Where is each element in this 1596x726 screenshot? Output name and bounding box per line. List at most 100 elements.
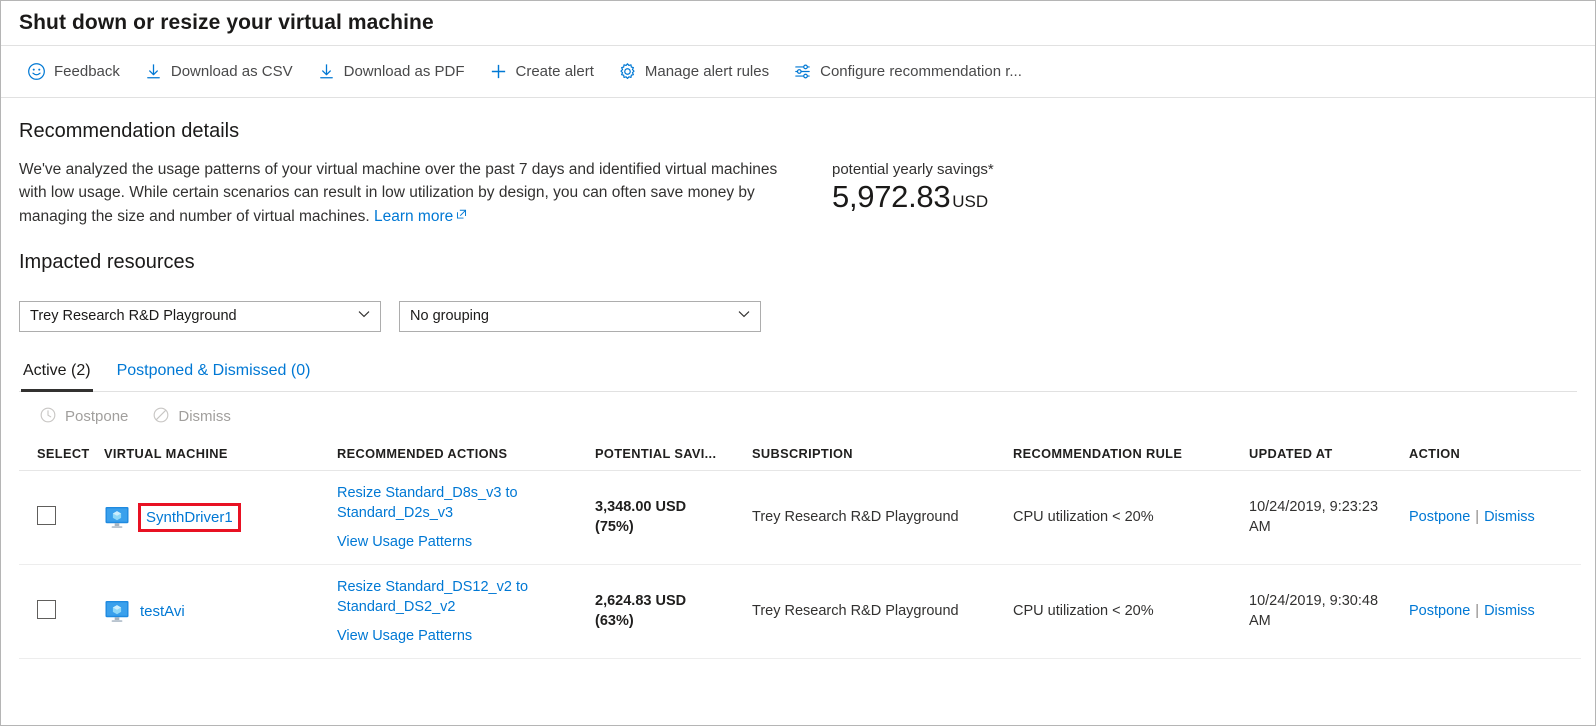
chevron-down-icon	[737, 307, 751, 325]
view-usage-patterns-link[interactable]: View Usage Patterns	[337, 626, 587, 646]
postpone-bulk-label: Postpone	[65, 408, 128, 425]
row-potential-savings-cell: 3,348.00 USD (75%)	[595, 470, 752, 564]
table-row: SynthDriver1 Resize Standard_D8s_v3 to S…	[19, 470, 1581, 564]
recommended-action-link[interactable]: Resize Standard_D8s_v3 to Standard_D2s_v…	[337, 483, 587, 523]
column-header-select: SELECT	[19, 440, 104, 471]
feedback-label: Feedback	[54, 63, 120, 80]
subscription-filter-dropdown[interactable]: Trey Research R&D Playground	[19, 301, 381, 332]
row-select-cell	[19, 470, 104, 564]
row-potential-savings-cell: 2,624.83 USD (63%)	[595, 564, 752, 658]
row-updated-at-cell: 10/24/2019, 9:23:23 AM	[1249, 470, 1409, 564]
row-updated-at-cell: 10/24/2019, 9:30:48 AM	[1249, 564, 1409, 658]
row-checkbox[interactable]	[37, 506, 56, 525]
row-savings-percent: (75%)	[595, 517, 744, 537]
download-pdf-label: Download as PDF	[344, 63, 465, 80]
row-command-bar: Postpone Dismiss	[19, 392, 1577, 440]
column-header-updated-at: UPDATED AT	[1249, 440, 1409, 471]
column-header-virtual-machine: VIRTUAL MACHINE	[104, 440, 337, 471]
grouping-filter-value: No grouping	[410, 308, 489, 324]
row-virtual-machine-cell: SynthDriver1	[104, 470, 337, 564]
recommendation-details-row: We've analyzed the usage patterns of you…	[19, 159, 1577, 229]
recommendation-description: We've analyzed the usage patterns of you…	[19, 159, 794, 229]
row-updated-at-value: 10/24/2019, 9:30:48 AM	[1249, 591, 1401, 631]
recommendation-details-heading: Recommendation details	[19, 120, 1577, 143]
filters-row: Trey Research R&D Playground No grouping	[19, 301, 1577, 332]
subscription-filter-value: Trey Research R&D Playground	[30, 308, 237, 324]
configure-recommendation-rules-button[interactable]: Configure recommendation r...	[783, 58, 1036, 85]
impacted-resources-table: SELECT VIRTUAL MACHINE RECOMMENDED ACTIO…	[19, 440, 1581, 659]
block-icon	[152, 406, 170, 428]
virtual-machine-link[interactable]: testAvi	[140, 603, 185, 620]
potential-savings-value: 5,972.83	[832, 179, 950, 214]
dismiss-bulk-button[interactable]: Dismiss	[146, 402, 245, 432]
sliders-icon	[793, 62, 812, 81]
row-dismiss-link[interactable]: Dismiss	[1484, 509, 1535, 525]
recommended-action-link[interactable]: Resize Standard_DS12_v2 to Standard_DS2_…	[337, 577, 587, 617]
row-dismiss-link[interactable]: Dismiss	[1484, 603, 1535, 619]
row-virtual-machine-cell: testAvi	[104, 564, 337, 658]
tab-postponed-dismissed[interactable]: Postponed & Dismissed (0)	[115, 360, 313, 392]
virtual-machine-icon	[104, 598, 130, 624]
row-savings-percent: (63%)	[595, 611, 744, 631]
potential-savings-panel: potential yearly savings* 5,972.83USD	[832, 159, 994, 215]
virtual-machine-link[interactable]: SynthDriver1	[141, 506, 238, 529]
download-icon	[317, 62, 336, 81]
create-alert-label: Create alert	[516, 63, 594, 80]
grouping-filter-dropdown[interactable]: No grouping	[399, 301, 761, 332]
download-icon	[144, 62, 163, 81]
row-subscription-cell: Trey Research R&D Playground	[752, 470, 1013, 564]
external-link-icon	[456, 205, 467, 228]
virtual-machine-icon	[104, 504, 130, 530]
row-subscription-cell: Trey Research R&D Playground	[752, 564, 1013, 658]
potential-savings-currency: USD	[952, 192, 988, 211]
row-savings-amount: 3,348.00 USD	[595, 497, 744, 517]
column-header-potential-savings: POTENTIAL SAVI...	[595, 440, 752, 471]
table-header: SELECT VIRTUAL MACHINE RECOMMENDED ACTIO…	[19, 440, 1581, 471]
column-header-recommended-actions: RECOMMENDED ACTIONS	[337, 440, 595, 471]
action-divider: |	[1475, 509, 1479, 525]
chevron-down-icon	[357, 307, 371, 325]
row-checkbox[interactable]	[37, 600, 56, 619]
row-recommendation-rule-cell: CPU utilization < 20%	[1013, 470, 1249, 564]
action-divider: |	[1475, 603, 1479, 619]
row-updated-at-value: 10/24/2019, 9:23:23 AM	[1249, 497, 1401, 537]
tab-active[interactable]: Active (2)	[21, 360, 93, 392]
row-postpone-link[interactable]: Postpone	[1409, 603, 1470, 619]
view-usage-patterns-link[interactable]: View Usage Patterns	[337, 532, 587, 552]
create-alert-button[interactable]: Create alert	[479, 58, 608, 85]
manage-alert-rules-button[interactable]: Manage alert rules	[608, 58, 783, 85]
recommendation-page: Shut down or resize your virtual machine…	[0, 0, 1596, 726]
potential-savings-label: potential yearly savings*	[832, 161, 994, 178]
column-header-subscription: SUBSCRIPTION	[752, 440, 1013, 471]
smiley-icon	[27, 62, 46, 81]
learn-more-link[interactable]: Learn more	[374, 208, 453, 225]
row-recommended-actions-cell: Resize Standard_DS12_v2 to Standard_DS2_…	[337, 564, 595, 658]
row-select-cell	[19, 564, 104, 658]
command-toolbar: Feedback Download as CSV Download as	[1, 46, 1595, 98]
page-content: Recommendation details We've analyzed th…	[1, 120, 1595, 659]
manage-alert-rules-label: Manage alert rules	[645, 63, 769, 80]
gear-icon	[618, 62, 637, 81]
feedback-button[interactable]: Feedback	[17, 58, 134, 85]
plus-icon	[489, 62, 508, 81]
row-savings-amount: 2,624.83 USD	[595, 591, 744, 611]
row-postpone-link[interactable]: Postpone	[1409, 509, 1470, 525]
row-action-cell: Postpone | Dismiss	[1409, 564, 1581, 658]
download-pdf-button[interactable]: Download as PDF	[307, 58, 479, 85]
download-csv-label: Download as CSV	[171, 63, 293, 80]
page-title: Shut down or resize your virtual machine	[19, 11, 434, 35]
row-action-cell: Postpone | Dismiss	[1409, 470, 1581, 564]
row-recommendation-rule-cell: CPU utilization < 20%	[1013, 564, 1249, 658]
configure-recommendation-rules-label: Configure recommendation r...	[820, 63, 1022, 80]
column-header-action: ACTION	[1409, 440, 1581, 471]
table-row: testAvi Resize Standard_DS12_v2 to Stand…	[19, 564, 1581, 658]
postpone-bulk-button[interactable]: Postpone	[33, 402, 142, 432]
potential-savings-amount: 5,972.83USD	[832, 179, 994, 215]
impacted-resources-heading: Impacted resources	[19, 251, 1577, 274]
impacted-resources-tabs: Active (2) Postponed & Dismissed (0)	[19, 360, 1577, 392]
row-recommended-actions-cell: Resize Standard_D8s_v3 to Standard_D2s_v…	[337, 470, 595, 564]
clock-icon	[39, 406, 57, 428]
column-header-recommendation-rule: RECOMMENDATION RULE	[1013, 440, 1249, 471]
download-csv-button[interactable]: Download as CSV	[134, 58, 307, 85]
table-body: SynthDriver1 Resize Standard_D8s_v3 to S…	[19, 470, 1581, 658]
